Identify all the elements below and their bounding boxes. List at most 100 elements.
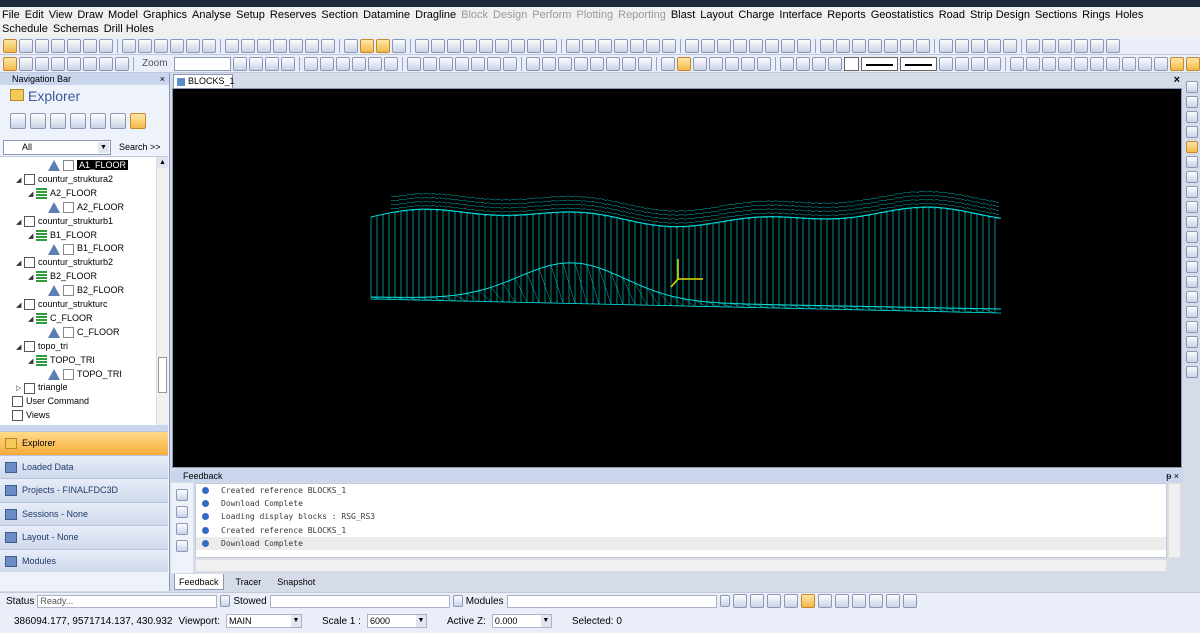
tool-icon[interactable] bbox=[67, 38, 81, 53]
expand-icon[interactable]: ◢ bbox=[28, 271, 36, 285]
tool-icon[interactable] bbox=[971, 38, 985, 53]
tree-item[interactable]: ◢ A2_FLOOR bbox=[28, 186, 97, 200]
record-icon[interactable] bbox=[800, 594, 815, 608]
tool-icon[interactable] bbox=[811, 56, 826, 71]
tool-icon[interactable] bbox=[1138, 56, 1153, 71]
visibility-checkbox[interactable] bbox=[63, 160, 74, 172]
play-icon[interactable] bbox=[732, 594, 747, 608]
tool-icon[interactable] bbox=[232, 56, 247, 71]
tool-icon[interactable] bbox=[406, 56, 421, 71]
feedback-vscroll[interactable] bbox=[1168, 483, 1181, 558]
menu-item-draw[interactable]: Draw bbox=[77, 8, 103, 22]
chevron-down-icon[interactable]: ▼ bbox=[540, 615, 551, 627]
refresh-icon[interactable] bbox=[90, 113, 106, 129]
tool-icon[interactable] bbox=[1090, 56, 1105, 71]
feedback-line[interactable]: Download Complete bbox=[196, 497, 1166, 510]
tool-icon[interactable] bbox=[486, 56, 501, 71]
tool-icon[interactable] bbox=[756, 56, 771, 71]
tool-icon[interactable] bbox=[630, 38, 644, 53]
tool-icon[interactable] bbox=[415, 38, 429, 53]
menu-item-perform[interactable]: Perform bbox=[532, 8, 571, 22]
rail-tool-icon[interactable] bbox=[1186, 216, 1198, 228]
tool-icon[interactable] bbox=[1058, 38, 1072, 53]
stop-icon[interactable] bbox=[766, 594, 781, 608]
tool-icon[interactable] bbox=[1106, 38, 1120, 53]
tool-icon[interactable] bbox=[660, 56, 675, 71]
tool-icon[interactable] bbox=[852, 38, 866, 53]
tool-icon[interactable] bbox=[3, 56, 17, 71]
menu-item-rings[interactable]: Rings bbox=[1082, 8, 1110, 22]
tool-icon[interactable] bbox=[3, 38, 17, 53]
menu-item-holes[interactable]: Holes bbox=[1115, 8, 1143, 22]
tree-item[interactable]: ◢ countur_strukturb2 bbox=[16, 255, 113, 269]
tool-icon[interactable] bbox=[1010, 56, 1025, 71]
tool-icon[interactable] bbox=[35, 38, 49, 53]
expand-icon[interactable]: ◢ bbox=[16, 174, 24, 188]
rail-tool-icon[interactable] bbox=[1186, 111, 1198, 123]
tool-icon[interactable] bbox=[280, 56, 295, 71]
tool-icon[interactable] bbox=[376, 38, 390, 53]
tool-icon[interactable] bbox=[708, 56, 723, 71]
rail-tool-icon[interactable] bbox=[1186, 366, 1198, 378]
tool-icon[interactable] bbox=[795, 56, 810, 71]
nav-button-projects[interactable]: Projects - FINALFDC3D bbox=[0, 478, 168, 502]
nav-button-layout[interactable]: Layout - None bbox=[0, 525, 168, 549]
tree-item[interactable]: ◢ TOPO_TRI bbox=[28, 353, 95, 367]
tool-icon[interactable] bbox=[367, 56, 382, 71]
expand-icon[interactable]: ◢ bbox=[28, 313, 36, 327]
tool-icon[interactable] bbox=[557, 56, 572, 71]
tree-item[interactable]: A1_FLOOR bbox=[40, 158, 129, 172]
expand-icon[interactable]: ◢ bbox=[16, 299, 24, 313]
modules-dropdown[interactable] bbox=[719, 595, 730, 607]
tool-icon[interactable] bbox=[479, 38, 493, 53]
color-swatch[interactable] bbox=[843, 56, 859, 71]
menu-item-setup[interactable]: Setup bbox=[236, 8, 265, 22]
tool-icon[interactable] bbox=[987, 56, 1002, 71]
rail-tool-icon[interactable] bbox=[1186, 291, 1198, 303]
tool-icon[interactable] bbox=[1170, 56, 1185, 71]
tool-icon[interactable] bbox=[83, 56, 97, 71]
tool-icon[interactable] bbox=[170, 38, 184, 53]
scroll-up-icon[interactable]: ▲ bbox=[157, 157, 168, 168]
menu-item-design[interactable]: Design bbox=[493, 8, 527, 22]
close-view-button[interactable]: × bbox=[1174, 74, 1180, 86]
tool-icon[interactable] bbox=[566, 38, 580, 53]
menu-item-blast[interactable]: Blast bbox=[671, 8, 695, 22]
tool-icon[interactable] bbox=[1122, 56, 1137, 71]
tool-icon[interactable] bbox=[335, 56, 350, 71]
menu-item-reserves[interactable]: Reserves bbox=[270, 8, 316, 22]
menu-item-file[interactable]: File bbox=[2, 8, 20, 22]
tool-icon[interactable] bbox=[392, 38, 406, 53]
rail-tool-icon[interactable] bbox=[1186, 306, 1198, 318]
scale-input[interactable]: 6000 ▼ bbox=[366, 614, 427, 628]
menu-item-sections[interactable]: Sections bbox=[1035, 8, 1077, 22]
tool-icon[interactable] bbox=[955, 38, 969, 53]
back-icon[interactable] bbox=[30, 113, 46, 129]
feedback-line[interactable]: Loading display blocks : RSG_RS3 bbox=[196, 510, 1166, 523]
tool-icon[interactable] bbox=[1186, 56, 1200, 71]
tool-icon[interactable] bbox=[525, 56, 540, 71]
tool-icon[interactable] bbox=[470, 56, 485, 71]
tool-icon[interactable] bbox=[447, 38, 461, 53]
menu-item-model[interactable]: Model bbox=[108, 8, 138, 22]
expand-icon[interactable]: ◢ bbox=[16, 257, 24, 271]
tool-icon[interactable] bbox=[257, 38, 271, 53]
tool-icon[interactable] bbox=[438, 56, 453, 71]
tool-icon[interactable] bbox=[273, 38, 287, 53]
tool-icon[interactable] bbox=[454, 56, 469, 71]
tree-item[interactable]: ◢ C_FLOOR bbox=[28, 311, 93, 325]
stowed-dropdown[interactable] bbox=[452, 595, 463, 607]
scroll-thumb[interactable] bbox=[158, 357, 167, 393]
tool-icon[interactable] bbox=[637, 56, 652, 71]
tool-icon[interactable] bbox=[1106, 56, 1121, 71]
tool-icon[interactable] bbox=[733, 38, 747, 53]
tool-icon[interactable] bbox=[225, 38, 239, 53]
expand-icon[interactable]: ◢ bbox=[16, 341, 24, 355]
menu-item-analyse[interactable]: Analyse bbox=[192, 8, 231, 22]
viewport-select[interactable]: MAIN ▼ bbox=[226, 614, 303, 628]
menu-item-road[interactable]: Road bbox=[939, 8, 965, 22]
tool-icon[interactable] bbox=[582, 38, 596, 53]
tool-icon[interactable] bbox=[541, 56, 556, 71]
tool-icon[interactable] bbox=[781, 38, 795, 53]
menu-item-schemas[interactable]: Schemas bbox=[53, 22, 99, 36]
